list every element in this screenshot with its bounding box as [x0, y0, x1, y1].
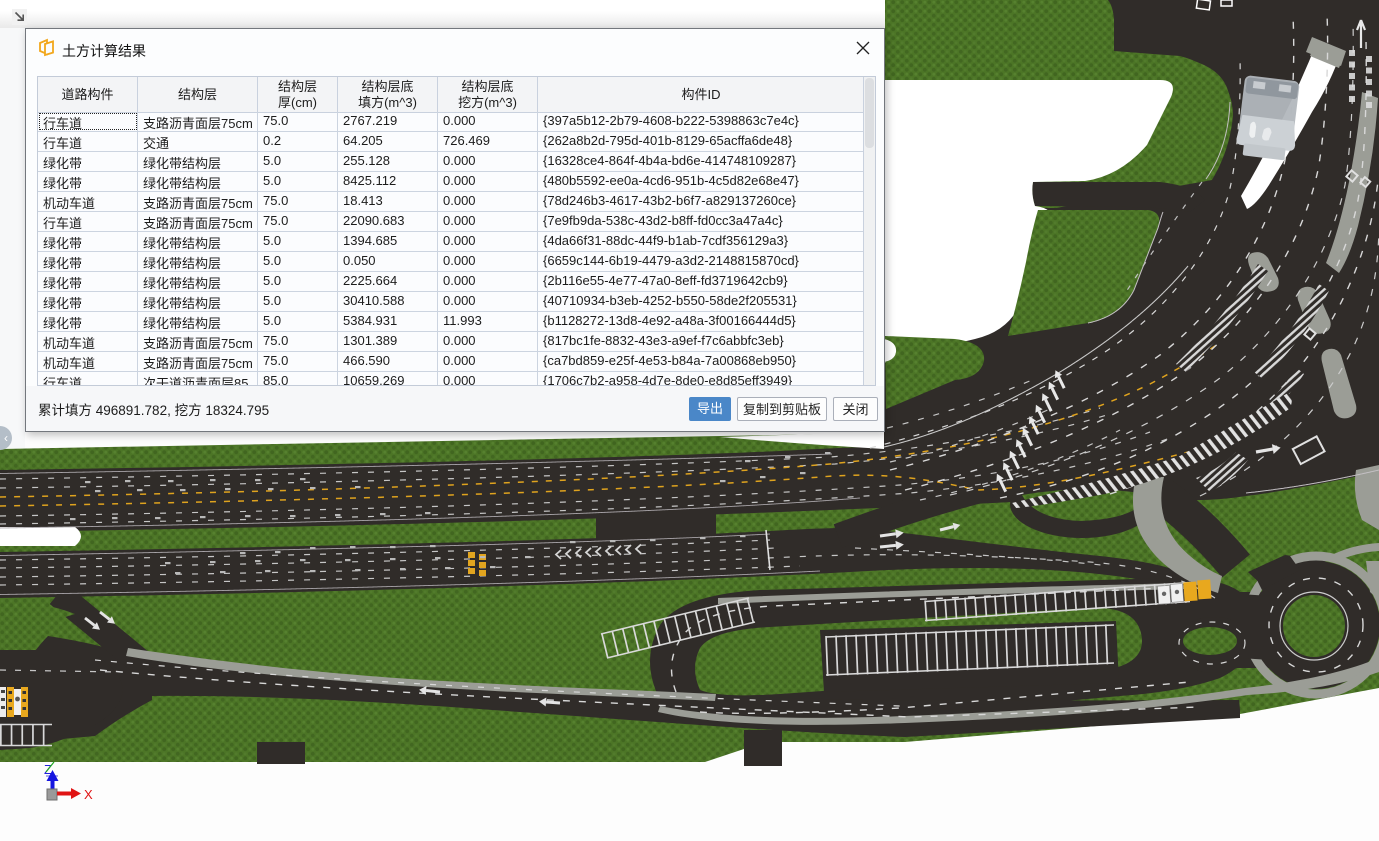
svg-text:X: X — [84, 787, 93, 802]
